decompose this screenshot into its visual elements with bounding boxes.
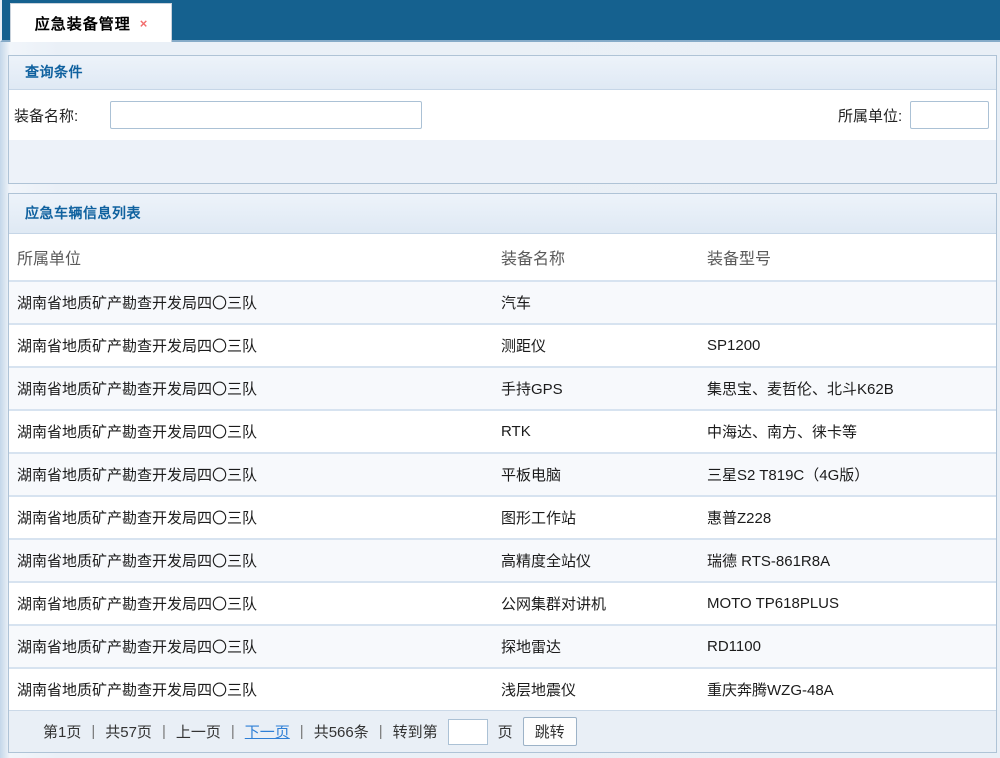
cell-unit: 湖南省地质矿产勘查开发局四〇三队: [9, 679, 493, 700]
table-row: 湖南省地质矿产勘查开发局四〇三队 高精度全站仪 瑞德 RTS-861R8A: [9, 538, 996, 581]
cell-unit: 湖南省地质矿产勘查开发局四〇三队: [9, 292, 493, 313]
column-header-name: 装备名称: [493, 245, 699, 269]
cell-unit: 湖南省地质矿产勘查开发局四〇三队: [9, 636, 493, 657]
unit-label: 所属单位:: [838, 105, 902, 126]
table-row: 湖南省地质矿产勘查开发局四〇三队 汽车: [9, 280, 996, 323]
close-icon[interactable]: ×: [140, 17, 148, 30]
goto-page-label: 转到第: [393, 721, 438, 742]
prev-page-link[interactable]: 上一页: [176, 721, 221, 742]
current-page-label: 第1页: [43, 721, 81, 742]
cell-name: 探地雷达: [493, 636, 699, 657]
tab-strip: 应急装备管理 ×: [0, 0, 1000, 42]
equipment-list-panel: 应急车辆信息列表 所属单位 装备名称 装备型号 湖南省地质矿产勘查开发局四〇三队…: [8, 193, 997, 753]
separator: |: [162, 723, 166, 740]
table-row: 湖南省地质矿产勘查开发局四〇三队 公网集群对讲机 MOTO TP618PLUS: [9, 581, 996, 624]
cell-unit: 湖南省地质矿产勘查开发局四〇三队: [9, 550, 493, 571]
cell-unit: 湖南省地质矿产勘查开发局四〇三队: [9, 593, 493, 614]
cell-unit: 湖南省地质矿产勘查开发局四〇三队: [9, 378, 493, 399]
table-row: 湖南省地质矿产勘查开发局四〇三队 测距仪 SP1200: [9, 323, 996, 366]
query-fields-row: 装备名称: 所属单位:: [9, 90, 996, 140]
cell-model: RD1100: [699, 638, 996, 655]
separator: |: [379, 723, 383, 740]
goto-page-input[interactable]: [448, 719, 488, 745]
column-header-unit: 所属单位: [9, 245, 493, 269]
unit-field: 所属单位:: [838, 101, 989, 129]
cell-model: 重庆奔腾WZG-48A: [699, 679, 996, 700]
cell-model: 瑞德 RTS-861R8A: [699, 550, 996, 571]
table-row: 湖南省地质矿产勘查开发局四〇三队 平板电脑 三星S2 T819C（4G版）: [9, 452, 996, 495]
cell-name: 平板电脑: [493, 464, 699, 485]
cell-name: 浅层地震仪: [493, 679, 699, 700]
cell-name: 汽车: [493, 292, 699, 313]
cell-model: 三星S2 T819C（4G版）: [699, 464, 996, 485]
cell-name: 公网集群对讲机: [493, 593, 699, 614]
cell-name: 测距仪: [493, 335, 699, 356]
column-header-model: 装备型号: [699, 245, 996, 269]
table-row: 湖南省地质矿产勘查开发局四〇三队 手持GPS 集思宝、麦哲伦、北斗K62B: [9, 366, 996, 409]
cell-model: 集思宝、麦哲伦、北斗K62B: [699, 378, 996, 399]
table-row: 湖南省地质矿产勘查开发局四〇三队 图形工作站 惠普Z228: [9, 495, 996, 538]
query-panel-footer: [9, 140, 996, 183]
page-suffix-label: 页: [498, 721, 513, 742]
cell-name: 手持GPS: [493, 378, 699, 399]
cell-unit: 湖南省地质矿产勘查开发局四〇三队: [9, 507, 493, 528]
next-page-link[interactable]: 下一页: [245, 721, 290, 742]
cell-name: 图形工作站: [493, 507, 699, 528]
unit-input[interactable]: [910, 101, 989, 129]
cell-name: 高精度全站仪: [493, 550, 699, 571]
separator: |: [91, 723, 95, 740]
table-row: 湖南省地质矿产勘查开发局四〇三队 浅层地震仪 重庆奔腾WZG-48A: [9, 667, 996, 710]
cell-unit: 湖南省地质矿产勘查开发局四〇三队: [9, 421, 493, 442]
table-row: 湖南省地质矿产勘查开发局四〇三队 RTK 中海达、南方、徕卡等: [9, 409, 996, 452]
equipment-name-label: 装备名称:: [14, 105, 102, 126]
cell-model: SP1200: [699, 337, 996, 354]
cell-model: 惠普Z228: [699, 507, 996, 528]
cell-model: 中海达、南方、徕卡等: [699, 421, 996, 442]
query-panel: 查询条件 装备名称: 所属单位:: [8, 55, 997, 184]
cell-unit: 湖南省地质矿产勘查开发局四〇三队: [9, 464, 493, 485]
table-row: 湖南省地质矿产勘查开发局四〇三队 探地雷达 RD1100: [9, 624, 996, 667]
cell-unit: 湖南省地质矿产勘查开发局四〇三队: [9, 335, 493, 356]
tab-title: 应急装备管理: [35, 13, 131, 34]
total-pages-label: 共57页: [105, 721, 152, 742]
separator: |: [231, 723, 235, 740]
table-header-row: 所属单位 装备名称 装备型号: [9, 234, 996, 280]
query-panel-title: 查询条件: [9, 56, 996, 90]
separator: |: [300, 723, 304, 740]
cell-name: RTK: [493, 423, 699, 440]
list-panel-title: 应急车辆信息列表: [9, 194, 996, 234]
equipment-name-input[interactable]: [110, 101, 422, 129]
pagination-bar: 第1页 | 共57页 | 上一页 | 下一页 | 共566条 | 转到第 页 跳…: [9, 710, 996, 752]
total-records-label: 共566条: [314, 721, 369, 742]
cell-model: MOTO TP618PLUS: [699, 595, 996, 612]
jump-button[interactable]: 跳转: [523, 717, 577, 746]
tab-emergency-equipment[interactable]: 应急装备管理 ×: [10, 3, 172, 42]
